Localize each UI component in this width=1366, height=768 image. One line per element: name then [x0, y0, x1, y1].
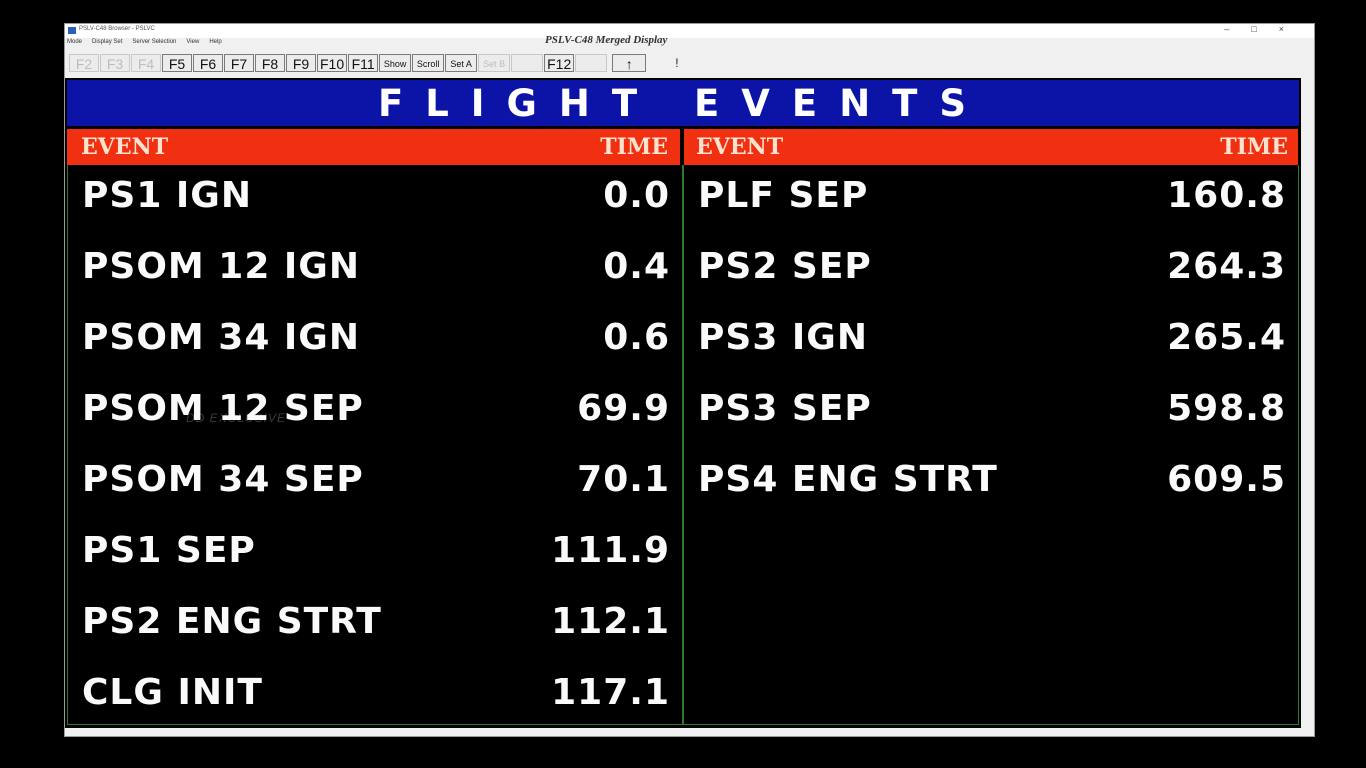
display-title: PSLV-C48 Merged Display: [545, 34, 668, 46]
toolbar-button[interactable]: F11: [348, 54, 379, 72]
toolbar-button[interactable]: F9: [286, 54, 316, 72]
window-controls[interactable]: –□×: [1224, 24, 1306, 34]
event-time: 70.1: [577, 459, 670, 500]
toolbar-button[interactable]: [575, 54, 608, 72]
event-name: PS1 IGN: [82, 175, 252, 216]
event-time: 609.5: [1167, 459, 1286, 500]
event-row: PS4 ENG STRT 609.5: [684, 459, 1298, 519]
toolbar-button[interactable]: ↑: [612, 54, 647, 72]
event-name: PS1 SEP: [82, 530, 256, 571]
toolbar-button[interactable]: F10: [317, 54, 348, 72]
event-name: PS4 ENG STRT: [698, 459, 998, 500]
title-bar: PSLV-C48 Browser - PSLVC –□×: [65, 24, 1314, 38]
minimize-icon[interactable]: –: [1224, 24, 1251, 34]
toolbar-button[interactable]: F3: [100, 54, 130, 72]
window-title: PSLV-C48 Browser - PSLVC: [79, 26, 155, 32]
event-row: PLF SEP 160.8: [684, 175, 1298, 235]
event-name: PS2 SEP: [698, 246, 872, 287]
event-time: 0.4: [603, 246, 670, 287]
toolbar-button[interactable]: F6: [193, 54, 223, 72]
event-name: PSOM 12 IGN: [82, 246, 360, 287]
menu-bar: Mode Display Set Server Selection View Help: [67, 39, 222, 49]
close-icon[interactable]: ×: [1279, 24, 1306, 34]
event-row: PS2 SEP 264.3: [684, 246, 1298, 306]
toolbar-button[interactable]: Set B: [478, 54, 511, 72]
flight-events-display: FLIGHT EVENTS EVENT TIME EVENT TIME DD E…: [65, 78, 1301, 728]
event-column-header: EVENT: [81, 134, 169, 160]
toolbar-indicator: !: [675, 56, 679, 70]
event-time: 0.6: [603, 317, 670, 358]
event-name: PLF SEP: [698, 175, 869, 216]
event-column-header: EVENT: [696, 134, 784, 160]
event-time: 598.8: [1167, 388, 1286, 429]
left-events-panel: DD EXCLUSIVE PS1 IGN 0.0 PSOM 12 IGN 0.4 PSO…: [67, 165, 683, 725]
toolbar-button[interactable]: F12: [544, 54, 575, 72]
menu-item[interactable]: Mode: [67, 39, 82, 49]
event-row: PSOM 34 SEP 70.1: [68, 459, 682, 519]
time-column-header: TIME: [1220, 134, 1288, 160]
event-row: PSOM 12 IGN 0.4: [68, 246, 682, 306]
toolbar-button[interactable]: Show: [379, 54, 412, 72]
event-time: 112.1: [551, 601, 670, 642]
time-column-header: TIME: [600, 134, 668, 160]
event-row: PSOM 12 SEP 69.9: [68, 388, 682, 448]
event-name: PS3 IGN: [698, 317, 868, 358]
toolbar-button[interactable]: F8: [255, 54, 285, 72]
event-time: 160.8: [1167, 175, 1286, 216]
toolbar: F2 F3 F4 F5 F6 F7 F8 F9 F10 F11 Show Scroll Set A Set…: [69, 53, 679, 73]
menu-item[interactable]: Display Set: [92, 39, 122, 49]
right-events-panel: PLF SEP 160.8 PS2 SEP 264.3 PS3 IGN 265.4 PS3 …: [683, 165, 1299, 725]
menu-item[interactable]: Help: [209, 39, 221, 49]
event-time: 69.9: [577, 388, 670, 429]
event-name: PS3 SEP: [698, 388, 872, 429]
banner-title: FLIGHT EVENTS: [377, 81, 989, 125]
app-window: PSLV-C48 Browser - PSLVC –□× PSLV-C48 Me…: [64, 23, 1315, 737]
event-time: 111.9: [551, 530, 670, 571]
app-icon: [68, 27, 76, 34]
menu-item[interactable]: Server Selection: [132, 39, 176, 49]
event-row: PSOM 34 IGN 0.6: [68, 317, 682, 377]
toolbar-button[interactable]: Set A: [445, 54, 478, 72]
toolbar-button[interactable]: Scroll: [412, 54, 445, 72]
right-header: EVENT TIME: [684, 129, 1298, 165]
event-row: PS1 SEP 111.9: [68, 530, 682, 590]
event-name: PS2 ENG STRT: [82, 601, 382, 642]
event-name: PSOM 12 SEP: [82, 388, 364, 429]
maximize-icon[interactable]: □: [1251, 24, 1278, 34]
event-row: PS3 IGN 265.4: [684, 317, 1298, 377]
event-time: 264.3: [1167, 246, 1286, 287]
toolbar-button[interactable]: F7: [224, 54, 254, 72]
toolbar-button[interactable]: F2: [69, 54, 99, 72]
event-name: CLG INIT: [82, 672, 263, 713]
event-row: PS1 IGN 0.0: [68, 175, 682, 235]
banner: FLIGHT EVENTS: [67, 80, 1299, 126]
event-row: PS3 SEP 598.8: [684, 388, 1298, 448]
toolbar-button[interactable]: F4: [131, 54, 161, 72]
event-row: CLG INIT 117.1: [68, 672, 682, 732]
event-time: 117.1: [551, 672, 670, 713]
event-time: 265.4: [1167, 317, 1286, 358]
event-time: 0.0: [603, 175, 670, 216]
toolbar-button[interactable]: [511, 54, 544, 72]
event-name: PSOM 34 SEP: [82, 459, 364, 500]
event-row: PS2 ENG STRT 112.1: [68, 601, 682, 661]
left-header: EVENT TIME: [67, 129, 680, 165]
event-name: PSOM 34 IGN: [82, 317, 360, 358]
menu-item[interactable]: View: [186, 39, 199, 49]
toolbar-button[interactable]: F5: [162, 54, 192, 72]
